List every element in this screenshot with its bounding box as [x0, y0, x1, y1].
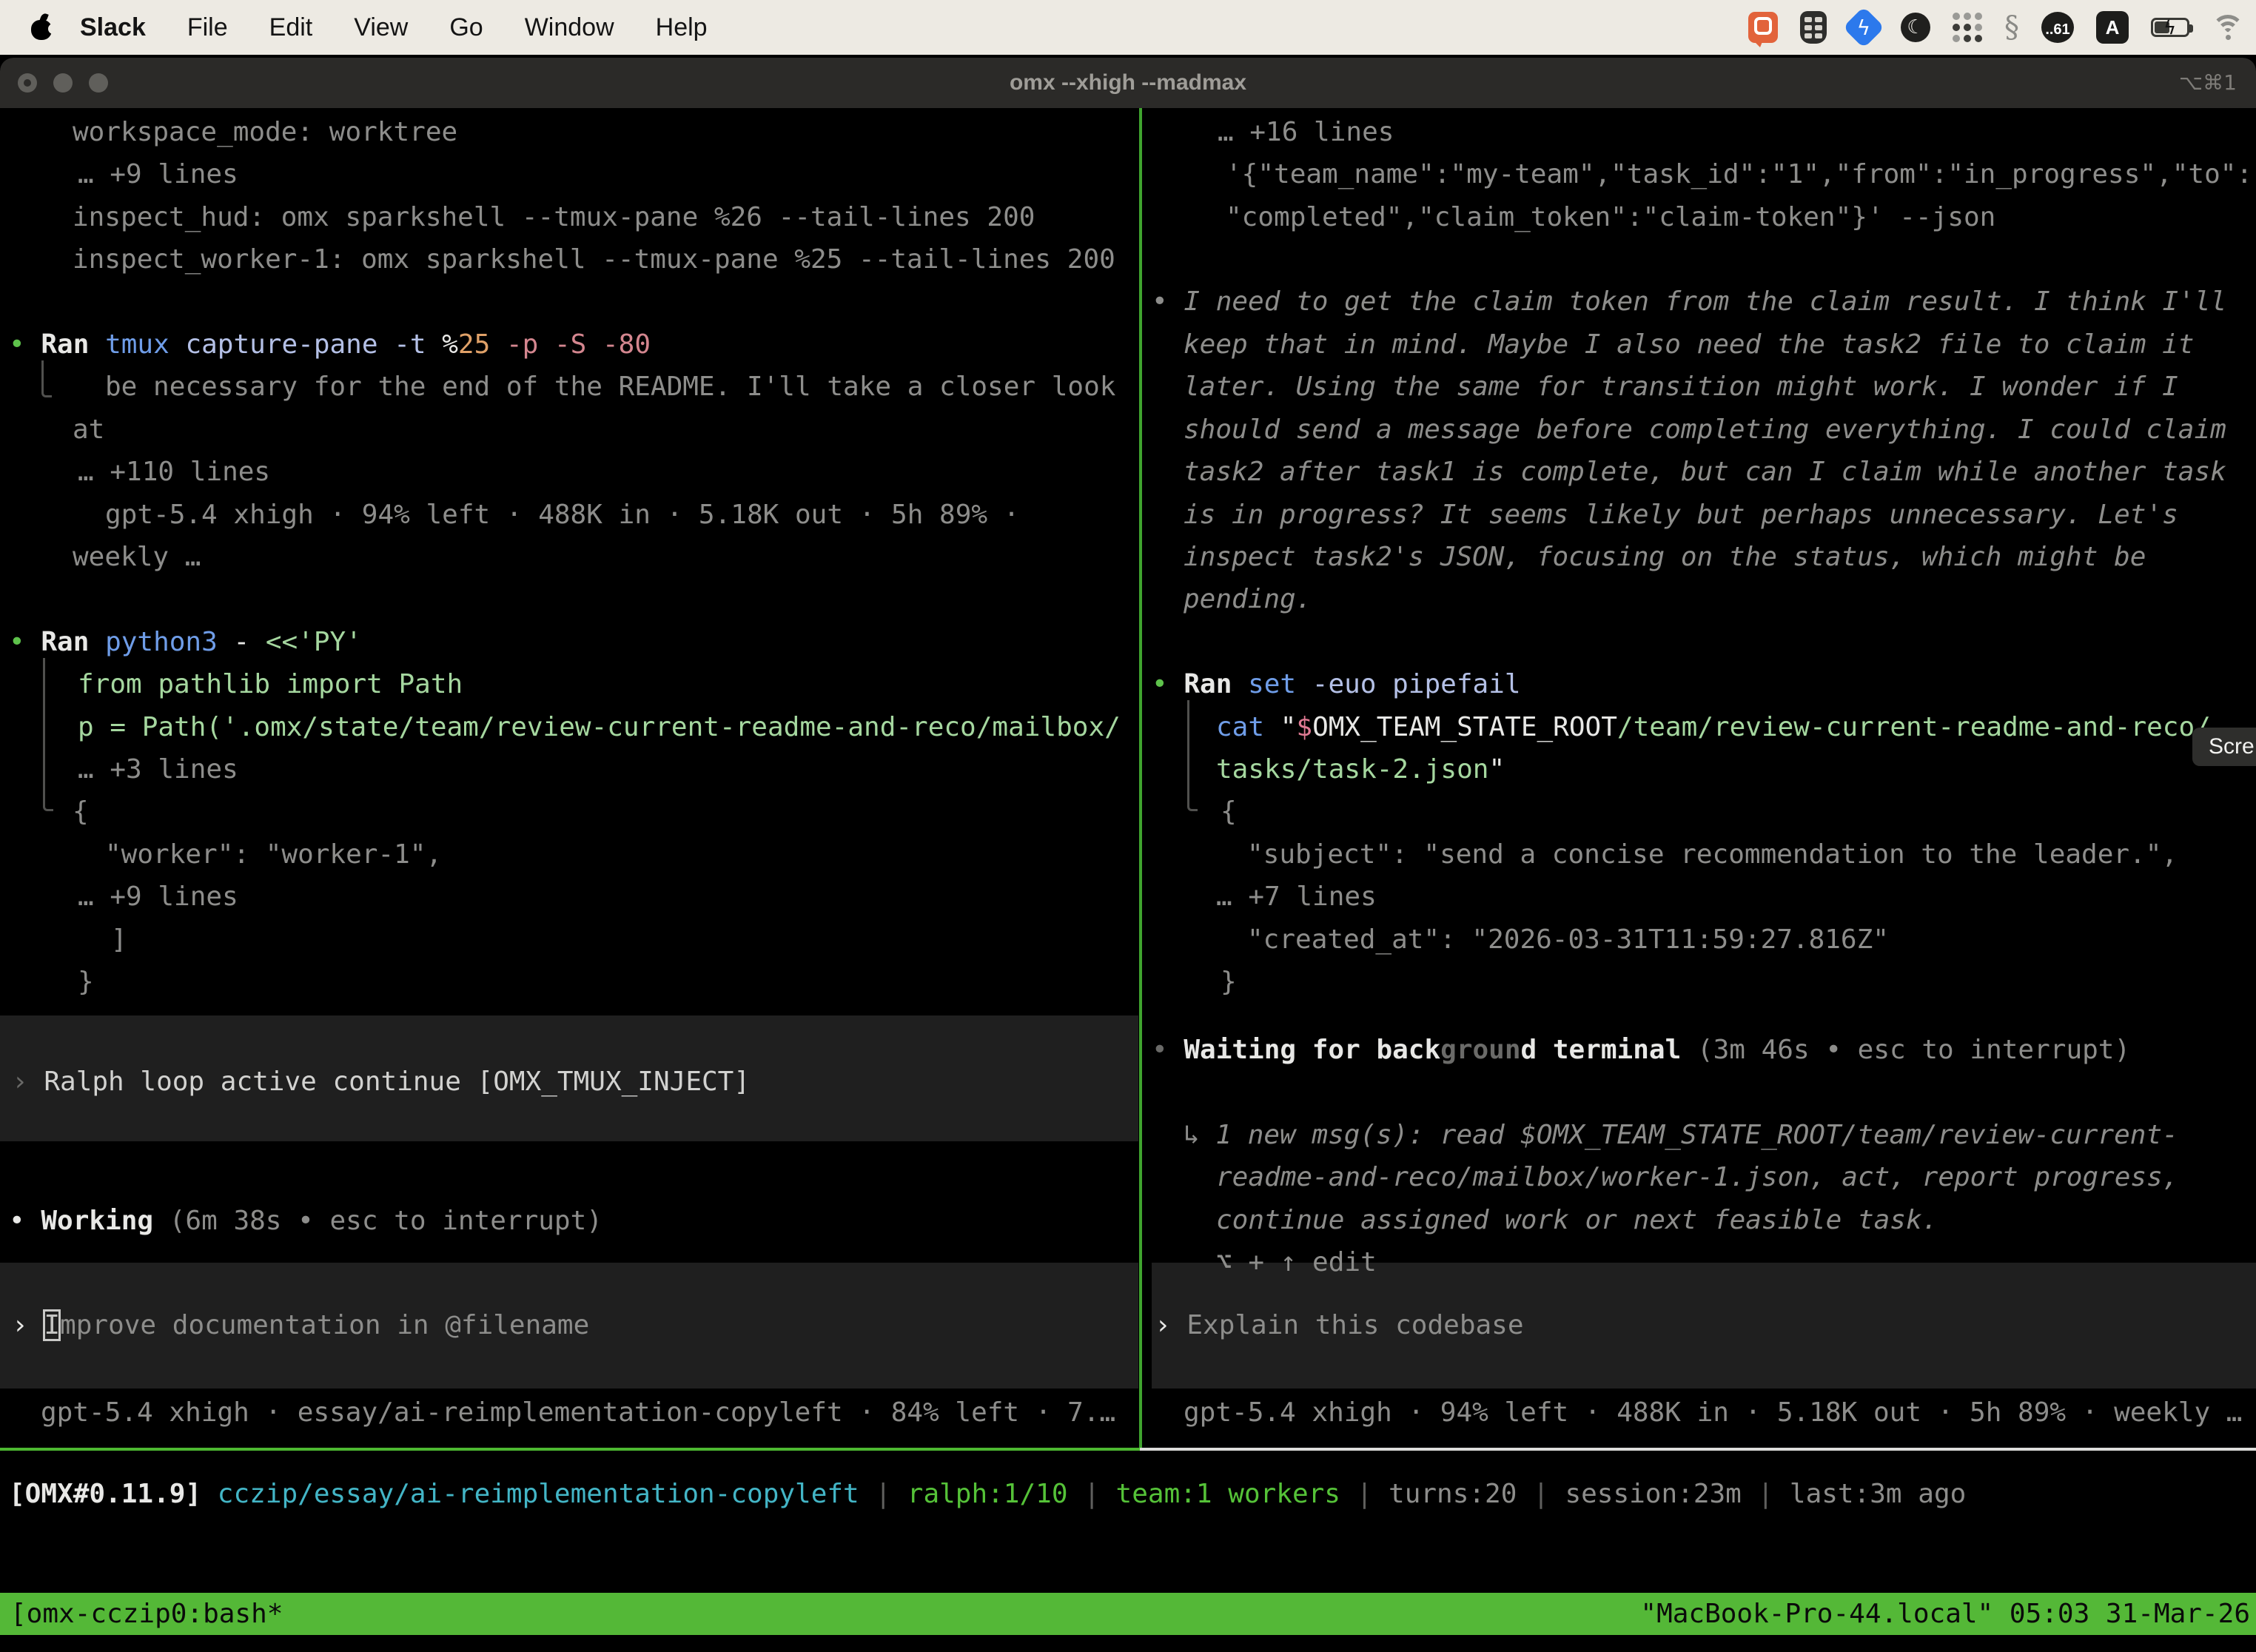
squiggle-icon[interactable]: §	[2004, 10, 2019, 44]
edit-hint: ⌥ + ↑ edit	[1216, 1241, 1377, 1283]
json-close-bracket: ]	[111, 919, 127, 961]
mailbox-msg-1: ↳ 1 new msg(s): read $OMX_TEAM_STATE_ROO…	[1184, 1114, 2178, 1156]
screen-tooltip: Scre	[2192, 728, 2256, 766]
output-collapsed-7: … +7 lines	[1216, 876, 1377, 918]
working-status-line: • Working (6m 38s • esc to interrupt)	[9, 1200, 602, 1242]
mailbox-msg-3: continue assigned work or next feasible …	[1216, 1199, 1938, 1241]
thinking-line-2: keep that in mind. Maybe I also need the…	[1184, 323, 2194, 366]
model-status-left: gpt-5.4 xhigh · essay/ai-reimplementatio…	[41, 1391, 1115, 1434]
model-status-right: gpt-5.4 xhigh · 94% left · 488K in · 5.1…	[1184, 1391, 2242, 1434]
blue-bolt-icon[interactable]: ϟ	[1843, 7, 1885, 49]
output-readme-2: at	[73, 409, 104, 451]
prompt-input-right[interactable]: › Explain this codebase	[1155, 1304, 1524, 1346]
output-collapsed-3: … +3 lines	[78, 748, 238, 790]
menu-bar: Slack File Edit View Go Window Help ϟ ☾ § ..6…	[0, 0, 2256, 55]
code-import: from pathlib import Path	[78, 663, 463, 705]
pane-divider[interactable]	[1139, 108, 1142, 1448]
json-open-brace-r: {	[1221, 790, 1237, 833]
pane-bottom-separator-right	[1140, 1448, 2256, 1451]
thinking-line-4: should send a message before completing …	[1184, 409, 2226, 451]
menu-item-help[interactable]: Help	[656, 13, 708, 42]
omx-status-line: [OMX#0.11.9] cczip/essay/ai-reimplementa…	[9, 1473, 1966, 1515]
json-subject: "subject": "send a concise recommendatio…	[1247, 833, 2178, 876]
output-readme-1: be necessary for the end of the README. …	[105, 366, 1115, 408]
menu-item-window[interactable]: Window	[525, 13, 614, 42]
thinking-line-6: is in progress? It seems likely but perh…	[1184, 494, 2178, 536]
output-claim-json-2: "completed","claim_token":"claim-token"}…	[1226, 196, 1995, 238]
output-collapsed-9: … +9 lines	[78, 876, 238, 918]
output-claim-json-1: '{"team_name":"my-team","task_id":"1","f…	[1226, 153, 2252, 195]
cmd-python3: • Ran python3 - <<'PY'	[9, 621, 362, 663]
menu-status-icons: ϟ ☾ § ..61 A ϟ	[1748, 0, 2244, 55]
menu-app-name[interactable]: Slack	[80, 13, 146, 42]
output-collapsed-16: … +16 lines	[1218, 111, 1394, 153]
cmd-cat-task-2: tasks/task-2.json"	[1216, 748, 1505, 790]
tmux-session-label: [omx-cczip0:bash*	[10, 1593, 283, 1635]
cmd-tmux-capture: • Ran tmux capture-pane -t %25 -p -S -80	[9, 323, 651, 366]
menu-item-go[interactable]: Go	[449, 13, 483, 42]
window-titlebar[interactable]: omx --xhigh --madmax ⌥⌘1	[0, 58, 2256, 108]
output-inspect-hud: inspect_hud: omx sparkshell --tmux-pane …	[73, 196, 1035, 238]
thinking-line-7: inspect task2's JSON, focusing on the st…	[1184, 536, 2146, 578]
prompt-input-left[interactable]: › Improve documentation in @filename	[12, 1304, 589, 1346]
cmd-set-pipefail: • Ran set -euo pipefail	[1152, 663, 1521, 705]
battery-icon[interactable]: ϟ	[2151, 18, 2189, 37]
terminal-window: omx --xhigh --madmax ⌥⌘1 workspace_mode:…	[0, 58, 2256, 1652]
window-shortcut-badge: ⌥⌘1	[2179, 58, 2237, 108]
output-inspect-worker: inspect_worker-1: omx sparkshell --tmux-…	[73, 238, 1115, 281]
thinking-line-5: task2 after task1 is complete, but can I…	[1184, 451, 2226, 493]
tree-connector	[41, 360, 52, 397]
screen-share-icon[interactable]	[1748, 12, 1778, 43]
terminal-content: workspace_mode: worktree… +9 linesinspec…	[0, 108, 2256, 1448]
menu-item-edit[interactable]: Edit	[269, 13, 313, 42]
output-usage-2: weekly …	[73, 536, 201, 578]
code-path: p = Path('.omx/state/team/review-current…	[78, 706, 1121, 748]
menu-item-view[interactable]: View	[354, 13, 408, 42]
moon-icon[interactable]: ☾	[1901, 13, 1930, 42]
json-close-brace-r: }	[1221, 961, 1237, 1003]
apple-menu-icon[interactable]	[31, 15, 53, 40]
mailbox-msg-2: readme-and-reco/mailbox/worker-1.json, a…	[1216, 1156, 2178, 1198]
tmux-host-clock-label: "MacBook-Pro-44.local" 05:03 31-Mar-26	[1640, 1593, 2250, 1635]
tree-connector	[1187, 700, 1198, 811]
menu-item-file[interactable]: File	[187, 13, 228, 42]
output-collapsed: … +9 lines	[78, 153, 238, 195]
ralph-loop-line: › Ralph loop active continue [OMX_TMUX_I…	[12, 1061, 750, 1103]
menu-items: File Edit View Go Window Help	[146, 13, 708, 42]
thinking-line-8: pending.	[1184, 578, 1312, 620]
json-created-at: "created_at": "2026-03-31T11:59:27.816Z"	[1247, 919, 1889, 961]
waiting-status-line: • Waiting for background terminal (3m 46…	[1152, 1029, 2130, 1071]
pane-left[interactable]: workspace_mode: worktree… +9 linesinspec…	[0, 108, 1138, 1448]
json-close-brace: }	[78, 961, 94, 1003]
keyboard-badge[interactable]: A	[2096, 11, 2129, 44]
dots-grid-icon[interactable]	[1953, 13, 1982, 42]
output-collapsed-110: … +110 lines	[78, 451, 270, 493]
output-usage-1: gpt-5.4 xhigh · 94% left · 488K in · 5.1…	[105, 494, 1019, 536]
thinking-line-1: • I need to get the claim token from the…	[1152, 281, 2226, 323]
pane-bottom-separator-left	[0, 1448, 1140, 1451]
json-open-brace: {	[73, 790, 89, 833]
thinking-line-3: later. Using the same for transition mig…	[1184, 366, 2178, 408]
window-title: omx --xhigh --madmax	[0, 58, 2256, 108]
tmux-status-bar: [omx-cczip0:bash* "MacBook-Pro-44.local"…	[0, 1593, 2256, 1635]
json-worker: "worker": "worker-1",	[105, 833, 442, 876]
wifi-icon[interactable]	[2212, 15, 2244, 40]
tree-connector	[43, 658, 53, 811]
output-workspace-mode: workspace_mode: worktree	[73, 111, 457, 153]
pane-right[interactable]: … +16 lines'{"team_name":"my-team","task…	[1152, 108, 2256, 1448]
timer-badge[interactable]: ..61	[2041, 12, 2074, 43]
shield-grid-icon[interactable]	[1800, 11, 1827, 44]
cmd-cat-task: cat "$OMX_TEAM_STATE_ROOT/team/review-cu…	[1216, 706, 2211, 748]
